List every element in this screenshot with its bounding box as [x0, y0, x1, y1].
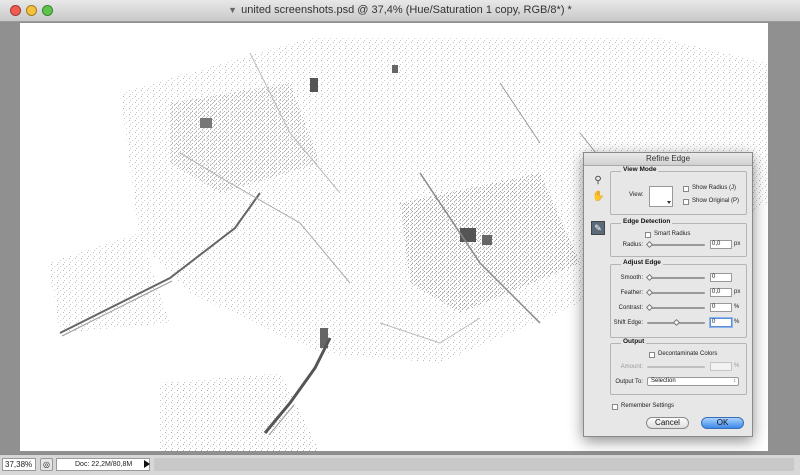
doc-size-info: Doc: 22,2M/80,8M — [56, 458, 150, 471]
cancel-button[interactable]: Cancel — [646, 417, 689, 429]
smooth-slider[interactable] — [645, 273, 705, 282]
shift-edge-slider[interactable] — [647, 318, 705, 327]
refine-edge-dialog: Refine Edge ⚲ ✋ ✎ View Mode View: Show R… — [583, 152, 753, 437]
show-original-checkbox[interactable] — [683, 199, 689, 205]
zoom-tool-icon[interactable]: ⚲ — [592, 175, 604, 187]
window-titlebar: ▼ united screenshots.psd @ 37,4% (Hue/Sat… — [0, 0, 800, 22]
amount-slider — [647, 366, 705, 368]
amount-unit: % — [734, 363, 740, 369]
show-radius-label: Show Radius (J) — [692, 185, 737, 191]
feather-unit: px — [734, 289, 741, 295]
feather-slider[interactable] — [645, 288, 705, 297]
smart-radius-label: Smart Radius — [654, 231, 691, 237]
window-title-text: united screenshots.psd @ 37,4% (Hue/Satu… — [241, 4, 572, 16]
amount-input — [710, 362, 732, 371]
view-label: View: — [629, 192, 644, 198]
contrast-slider-thumb[interactable] — [645, 303, 654, 312]
output-to-label: Output To: — [615, 379, 643, 385]
edge-detection-group: Edge Detection Smart Radius Radius: 0,0 … — [610, 218, 747, 257]
output-to-select[interactable]: Selection ↕ — [647, 377, 739, 386]
smooth-slider-thumb[interactable] — [645, 273, 654, 282]
view-mode-picker[interactable] — [649, 186, 673, 207]
radius-unit: px — [734, 241, 741, 247]
status-bar: 37,38% ◎ Doc: 22,2M/80,8M — [0, 454, 800, 475]
decontaminate-colors-label: Decontaminate Colors — [658, 351, 718, 357]
output-to-value: Selection — [651, 378, 676, 384]
view-mode-label: View Mode — [621, 166, 659, 173]
ok-button[interactable]: OK — [701, 417, 744, 429]
contrast-unit: % — [734, 304, 740, 310]
shift-edge-label: Shift Edge: — [613, 320, 643, 326]
refine-radius-tool-icon[interactable]: ✎ — [591, 221, 605, 235]
show-radius-checkbox[interactable] — [683, 186, 689, 192]
feather-slider-thumb[interactable] — [645, 288, 654, 297]
show-original-label: Show Original (P) — [692, 198, 740, 204]
shift-edge-unit: % — [734, 319, 740, 325]
radius-slider[interactable] — [645, 240, 705, 249]
hand-tool-icon[interactable]: ✋ — [592, 191, 604, 203]
status-bar-track — [154, 458, 794, 471]
smart-radius-checkbox[interactable] — [645, 232, 651, 238]
shift-edge-slider-thumb[interactable] — [672, 318, 681, 327]
remember-settings-checkbox[interactable] — [612, 404, 618, 410]
window-title: ▼ united screenshots.psd @ 37,4% (Hue/Sat… — [0, 4, 800, 16]
feather-label: Feather: — [620, 290, 643, 296]
status-icon[interactable]: ◎ — [40, 458, 53, 471]
radius-input[interactable]: 0,0 — [710, 240, 732, 249]
radius-slider-thumb[interactable] — [645, 240, 654, 249]
smooth-input[interactable]: 0 — [710, 273, 732, 282]
status-menu-arrow-icon[interactable] — [144, 460, 150, 468]
dialog-title: Refine Edge — [584, 153, 752, 166]
amount-label: Amount: — [620, 364, 643, 370]
shift-edge-input[interactable]: 0 — [710, 318, 732, 327]
adjust-edge-label: Adjust Edge — [621, 259, 663, 266]
output-label: Output — [621, 338, 647, 345]
radius-label: Radius: — [622, 242, 643, 248]
feather-input[interactable]: 0,0 — [710, 288, 732, 297]
decontaminate-colors-checkbox[interactable] — [649, 352, 655, 358]
contrast-slider[interactable] — [645, 303, 705, 312]
chevron-up-down-icon: ↕ — [733, 378, 737, 384]
edge-detection-label: Edge Detection — [621, 218, 673, 225]
zoom-level-field[interactable]: 37,38% — [2, 458, 36, 471]
contrast-label: Contrast: — [618, 305, 643, 311]
psd-file-icon: ▼ — [228, 5, 238, 15]
adjust-edge-group: Adjust Edge Smooth: 0 Feather: 0,0 px Co… — [610, 259, 747, 338]
view-mode-group: View Mode View: Show Radius (J) Show Ori… — [610, 166, 747, 215]
remember-settings-label: Remember Settings — [621, 403, 675, 409]
contrast-input[interactable]: 0 — [710, 303, 732, 312]
chevron-down-icon — [667, 201, 671, 204]
smooth-label: Smooth: — [620, 275, 643, 281]
output-group: Output Decontaminate Colors Amount: % Ou… — [610, 338, 747, 395]
